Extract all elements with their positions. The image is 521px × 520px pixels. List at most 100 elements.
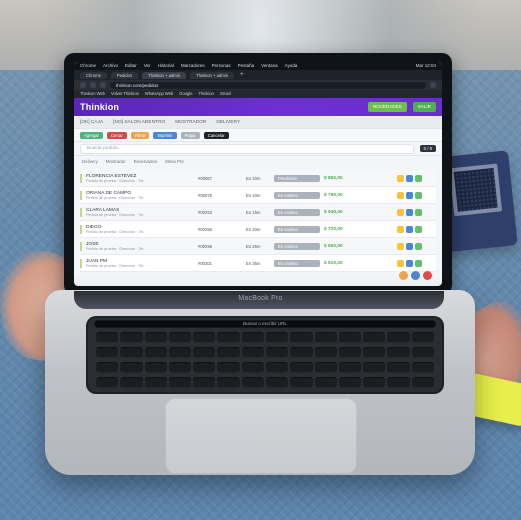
- menu-item[interactable]: Editar: [125, 62, 137, 70]
- key[interactable]: [120, 377, 143, 388]
- key[interactable]: [96, 377, 119, 388]
- key[interactable]: [217, 362, 240, 373]
- alert-icon[interactable]: [423, 271, 432, 280]
- app-logo[interactable]: Thinkion: [80, 102, 119, 112]
- key[interactable]: [387, 332, 410, 343]
- info-icon[interactable]: [406, 208, 413, 216]
- profile-icon[interactable]: [430, 82, 436, 88]
- status-item[interactable]: MOSTRADOR: [175, 120, 206, 125]
- key[interactable]: [290, 332, 313, 343]
- menu-item[interactable]: Chrome: [80, 62, 96, 70]
- key[interactable]: [411, 347, 434, 358]
- filter-table[interactable]: Mesa Pre: [165, 159, 184, 164]
- key[interactable]: [96, 332, 119, 343]
- browser-tab[interactable]: Thinkion + admin: [190, 71, 235, 79]
- browser-tab[interactable]: Pedidos: [110, 71, 139, 79]
- bookmark[interactable]: Google: [179, 90, 192, 98]
- key[interactable]: [193, 362, 216, 373]
- key[interactable]: [144, 377, 167, 388]
- new-tab-icon[interactable]: +: [238, 72, 246, 79]
- key[interactable]: [387, 347, 410, 358]
- reload-icon[interactable]: [100, 82, 106, 88]
- key[interactable]: [266, 332, 289, 343]
- menu-item[interactable]: Ver: [144, 62, 151, 70]
- pay-button[interactable]: Pagar: [180, 131, 200, 139]
- check-icon[interactable]: [415, 174, 422, 182]
- edit-icon[interactable]: [397, 191, 404, 199]
- key[interactable]: [241, 332, 264, 343]
- order-status[interactable]: En camino: [274, 242, 320, 250]
- check-icon[interactable]: [415, 208, 422, 216]
- menu-item[interactable]: Personas: [212, 62, 231, 70]
- status-item[interactable]: DELIVERY: [216, 120, 240, 125]
- key[interactable]: [193, 377, 216, 388]
- warning-icon[interactable]: [399, 271, 408, 280]
- bookmark[interactable]: Thinkion: [198, 90, 213, 98]
- menu-item[interactable]: Marcadores: [181, 62, 205, 70]
- edit-icon[interactable]: [397, 225, 404, 233]
- info-icon[interactable]: [406, 174, 413, 182]
- key[interactable]: [387, 362, 410, 373]
- key[interactable]: [241, 347, 264, 358]
- key[interactable]: [290, 362, 313, 373]
- key[interactable]: [363, 332, 386, 343]
- key[interactable]: [168, 347, 192, 358]
- order-row[interactable]: ORIANA DE CAMPO Pedido de prueba · Direc…: [80, 187, 436, 204]
- key[interactable]: [168, 377, 192, 388]
- key[interactable]: [338, 347, 362, 358]
- print-button[interactable]: Imprimir: [153, 131, 177, 139]
- key[interactable]: [193, 332, 216, 343]
- info-icon[interactable]: [406, 259, 413, 267]
- search-input[interactable]: Buscar pedido...: [80, 143, 414, 154]
- key[interactable]: [363, 377, 386, 388]
- key[interactable]: [266, 362, 289, 373]
- key[interactable]: [314, 332, 337, 343]
- order-row[interactable]: DIEGO Pedido de prueba · Dirección · Tel…: [80, 221, 436, 238]
- edit-icon[interactable]: [397, 242, 404, 250]
- key[interactable]: [217, 377, 240, 388]
- key[interactable]: [168, 362, 192, 373]
- order-status[interactable]: En camino: [274, 259, 320, 267]
- news-button[interactable]: NOVEDADES: [367, 102, 407, 112]
- menu-item[interactable]: Ayuda: [285, 62, 298, 70]
- info-icon[interactable]: [406, 242, 413, 250]
- key[interactable]: [387, 377, 410, 388]
- key[interactable]: [266, 347, 289, 358]
- check-icon[interactable]: [415, 191, 422, 199]
- check-icon[interactable]: [415, 242, 422, 250]
- key[interactable]: [96, 347, 119, 358]
- key[interactable]: [290, 377, 313, 388]
- address-bar[interactable]: thinkion.com/pedidos: [110, 81, 426, 89]
- bookmark[interactable]: Volver Thinkion: [111, 90, 139, 98]
- check-icon[interactable]: [415, 225, 422, 233]
- key[interactable]: [217, 332, 240, 343]
- key[interactable]: [314, 347, 337, 358]
- key[interactable]: [96, 362, 119, 373]
- key[interactable]: [290, 347, 313, 358]
- order-status[interactable]: En camino: [274, 225, 320, 233]
- status-item[interactable]: [NO] SALON ADENTRO: [113, 120, 165, 125]
- menu-item[interactable]: Pestaña: [238, 62, 255, 70]
- edit-icon[interactable]: [397, 259, 404, 267]
- menu-item[interactable]: Historial: [158, 62, 174, 70]
- cancel-button[interactable]: Cancelar: [203, 131, 229, 139]
- menu-item[interactable]: Archivo: [103, 62, 118, 70]
- order-row[interactable]: JUAN PM Pedido de prueba · Dirección · T…: [80, 255, 436, 272]
- key[interactable]: [241, 377, 264, 388]
- bookmark[interactable]: Gmail: [220, 90, 231, 98]
- check-icon[interactable]: [415, 259, 422, 267]
- filter-button[interactable]: Filtrar: [130, 131, 150, 139]
- forward-icon[interactable]: [90, 82, 96, 88]
- filter-delivery[interactable]: Delivery: [82, 159, 98, 164]
- key[interactable]: [338, 377, 362, 388]
- key[interactable]: [120, 332, 143, 343]
- key[interactable]: [144, 332, 167, 343]
- key[interactable]: [144, 347, 167, 358]
- info-icon[interactable]: [406, 191, 413, 199]
- filter-reserved[interactable]: Reservados: [134, 159, 157, 164]
- add-button[interactable]: Agregar: [80, 131, 103, 139]
- edit-icon[interactable]: [397, 208, 404, 216]
- info-icon[interactable]: [411, 271, 420, 280]
- key[interactable]: [168, 332, 192, 343]
- bookmark[interactable]: WhatsApp Web: [145, 90, 173, 98]
